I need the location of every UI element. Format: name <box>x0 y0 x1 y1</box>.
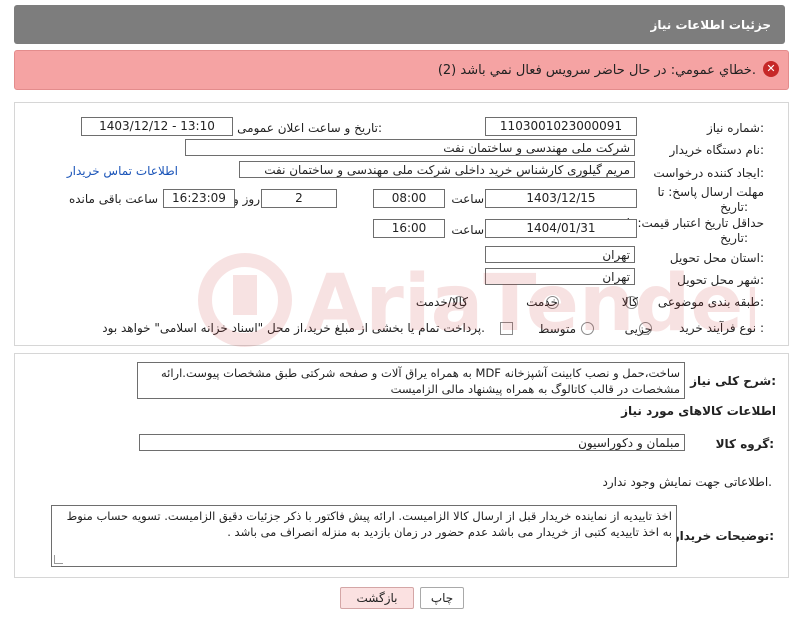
process-medium-radio[interactable] <box>581 322 594 335</box>
category-service-label: خدمت <box>526 295 558 309</box>
province-label: استان محل تحویل: <box>669 251 764 265</box>
announce-label: تاریخ و ساعت اعلان عمومی: <box>237 121 382 135</box>
summary-label: شرح کلی نیاز: <box>690 374 776 388</box>
back-button[interactable]: بازگشت <box>340 587 414 609</box>
need-info-panel: شماره نیاز: 1103001023000091 تاریخ و ساع… <box>14 102 789 346</box>
days-label: روز و <box>233 192 260 206</box>
deadline-label: مهلت ارسال پاسخ: تا <box>657 185 764 199</box>
contact-buyer-link[interactable]: اطلاعات تماس خریدار <box>67 164 178 178</box>
print-button[interactable]: چاپ <box>420 587 464 609</box>
goods-heading: اطلاعات کالاهای مورد نیاز <box>621 404 776 418</box>
process-label: نوع فرآیند خرید : <box>679 321 764 335</box>
province-field[interactable]: تهران <box>485 246 635 263</box>
deadline-time-field[interactable]: 08:00 <box>373 189 445 208</box>
buyer-notes-label: توضیحات خریدار: <box>672 529 774 543</box>
validity-date-label: تاریخ: <box>720 231 748 245</box>
buyer-label: نام دستگاه خریدار: <box>669 143 765 157</box>
validity-time-field[interactable]: 16:00 <box>373 219 445 238</box>
buyer-notes-textarea[interactable]: اخذ تاییدیه از نماینده خریدار قبل از ارس… <box>51 505 677 567</box>
validity-time-label: ساعت <box>451 223 484 237</box>
summary-textarea[interactable]: ساخت،حمل و نصب کابینت آشپزخانه MDF به هم… <box>137 362 685 399</box>
page-title: جزئیات اطلاعات نیاز <box>650 18 771 32</box>
treasury-payment-checkbox[interactable] <box>500 322 513 335</box>
buyer-notes-text: اخذ تاییدیه از نماینده خریدار قبل از ارس… <box>66 509 672 539</box>
category-goods-service-label: کالا/خدمت <box>415 295 468 309</box>
goods-group-field[interactable]: مبلمان و دکوراسیون <box>139 434 685 451</box>
city-label: شهر محل تحویل: <box>677 273 764 287</box>
city-field[interactable]: تهران <box>485 268 635 285</box>
category-label: طبقه بندی موضوعی: <box>657 295 764 309</box>
days-remaining-field[interactable]: 2 <box>261 189 337 208</box>
treasury-payment-note: پرداخت تمام یا بخشی از مبلغ خرید،از محل … <box>102 321 485 335</box>
announce-field[interactable]: 1403/12/12 - 13:10 <box>81 117 233 136</box>
deadline-date-label: تاریخ: <box>720 200 748 214</box>
error-banner: ✕ خطاي عمومي: در حال حاضر سرويس فعال نمي… <box>14 50 789 90</box>
buyer-field[interactable]: شرکت ملی مهندسی و ساختمان نفت <box>185 139 635 156</box>
page-header: جزئیات اطلاعات نیاز <box>14 5 785 44</box>
need-number-field[interactable]: 1103001023000091 <box>485 117 637 136</box>
creator-field[interactable]: مریم گیلوری کارشناس خرید داخلی شرکت ملی … <box>239 161 635 178</box>
no-info-message: اطلاعاتی جهت نمایش وجود ندارد. <box>602 475 772 489</box>
resize-grip-icon[interactable] <box>54 555 63 564</box>
creator-label: ایجاد کننده درخواست: <box>653 166 764 180</box>
need-number-label: شماره نیاز: <box>706 121 764 135</box>
process-minor-label: جزیی <box>624 322 652 336</box>
error-icon: ✕ <box>763 61 779 77</box>
error-message: خطاي عمومي: در حال حاضر سرويس فعال نمي ب… <box>437 63 756 78</box>
validity-date-field[interactable]: 1404/01/31 <box>485 219 637 238</box>
process-medium-label: متوسط <box>538 322 576 336</box>
goods-group-label: گروه کالا: <box>715 437 774 451</box>
details-panel: شرح کلی نیاز: ساخت،حمل و نصب کابینت آشپز… <box>14 353 789 578</box>
remaining-label: ساعت باقی مانده <box>68 192 158 206</box>
deadline-time-label: ساعت <box>451 192 484 206</box>
validity-label: حداقل تاریخ اعتبار قیمت: تا <box>626 216 764 230</box>
remaining-time-field[interactable]: 16:23:09 <box>163 189 235 208</box>
category-goods-label: کالا <box>621 295 638 309</box>
deadline-date-field[interactable]: 1403/12/15 <box>485 189 637 208</box>
